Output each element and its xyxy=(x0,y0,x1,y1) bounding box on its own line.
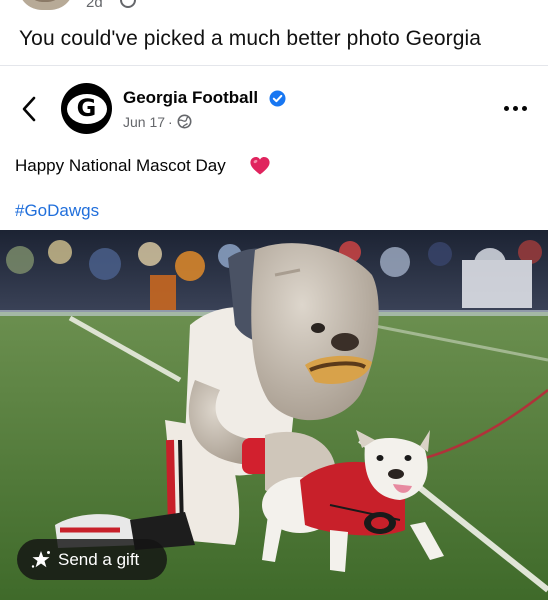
previous-comment-meta: 2d xyxy=(0,0,548,11)
post-date[interactable]: Jun 17 xyxy=(123,114,165,130)
georgia-g-logo: G xyxy=(66,93,107,124)
post-text: Happy National Mascot Day xyxy=(15,156,226,175)
more-options-button[interactable] xyxy=(504,102,532,114)
send-gift-label: Send a gift xyxy=(58,550,140,569)
hashtag-link[interactable]: #GoDawgs xyxy=(15,201,99,221)
back-button[interactable] xyxy=(18,94,42,124)
post-photo[interactable]: Send a gift xyxy=(0,230,548,600)
page-name-link[interactable]: Georgia Football xyxy=(123,88,258,108)
chevron-left-icon xyxy=(22,96,36,122)
more-horizontal-icon xyxy=(522,105,527,111)
page-avatar[interactable]: G xyxy=(61,83,112,134)
gift-star-icon xyxy=(31,551,50,568)
red-heart-emoji-icon xyxy=(250,157,270,175)
more-horizontal-icon xyxy=(513,105,518,111)
comment-time: 2d xyxy=(86,0,103,11)
more-horizontal-icon xyxy=(504,105,509,111)
comment-text: You could've picked a much better photo … xyxy=(19,27,482,50)
meta-separator: · xyxy=(168,114,173,130)
verified-badge-icon xyxy=(269,90,286,107)
divider xyxy=(0,65,548,66)
globe-icon xyxy=(120,0,136,8)
globe-icon xyxy=(177,114,192,129)
commenter-avatar[interactable] xyxy=(18,0,74,10)
logo-letter: G xyxy=(76,94,97,122)
send-gift-button[interactable]: Send a gift xyxy=(17,539,167,580)
